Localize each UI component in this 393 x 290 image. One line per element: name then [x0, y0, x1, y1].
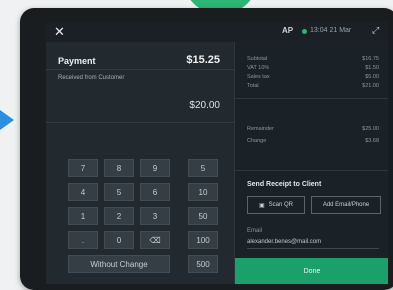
email-underline [247, 248, 379, 249]
backspace-icon[interactable]: ⌫ [140, 231, 170, 249]
keypad-key[interactable]: 6 [140, 183, 170, 201]
summary-row-label: Total [247, 83, 259, 89]
summary-row: Subtotal $16.75 [247, 56, 379, 65]
summary-row-label: Sales tax [247, 74, 270, 80]
scan-qr-label: Scan QR [268, 202, 293, 208]
keypad-key[interactable]: 8 [104, 159, 134, 177]
keypad-key[interactable]: 4 [68, 183, 98, 201]
divider [235, 170, 388, 171]
summary-row: Total $21.00 [247, 83, 379, 92]
add-email-phone-button[interactable]: Add Email/Phone [311, 196, 381, 214]
summary-row-label: VAT 10% [247, 65, 270, 71]
keypad-key[interactable]: 0 [104, 231, 134, 249]
divider [46, 69, 234, 70]
summary-row-value: $3.68 [365, 138, 379, 144]
quick-amount-key[interactable]: 50 [188, 207, 218, 225]
without-change-button[interactable]: Without Change [68, 255, 170, 273]
email-label: Email [247, 228, 263, 234]
done-button[interactable]: Done [235, 258, 388, 284]
summary-row-value: $16.75 [362, 56, 379, 62]
payment-label: Payment [58, 56, 96, 66]
summary-panel: Subtotal $16.75 VAT 10% $1.50 Sales tax $5.00… [234, 42, 388, 284]
quick-amount-500[interactable]: 500 [188, 255, 218, 273]
summary-row: Sales tax $5.00 [247, 74, 379, 83]
keypad-key[interactable]: 7 [68, 159, 98, 177]
keypad-key[interactable]: 1 [68, 207, 98, 225]
quick-amount-key[interactable]: 100 [188, 231, 218, 249]
summary-row-value: $5.00 [365, 74, 379, 80]
quick-amount-key[interactable]: 5 [188, 159, 218, 177]
summary-row-label: Subtotal [247, 56, 268, 62]
send-receipt-title: Send Receipt to Client [247, 181, 322, 188]
status-bar: ✕ AP 13:04 21 Mar ⤢ [46, 22, 388, 42]
arrow-icon [0, 110, 14, 130]
scan-qr-button[interactable]: ▣ Scan QR [247, 196, 305, 214]
divider [46, 122, 234, 123]
quick-amount-key[interactable]: 10 [188, 183, 218, 201]
summary-row: Change $3.68 [247, 138, 379, 147]
keypad-key[interactable]: 2 [104, 207, 134, 225]
email-field[interactable]: alexander.benes@mail.com [247, 239, 321, 245]
received-label: Received from Customer [58, 75, 125, 81]
summary-row: Remainder $25.00 [247, 126, 379, 135]
keypad-key[interactable]: 3 [140, 207, 170, 225]
divider [235, 98, 388, 99]
summary-row-value: $1.50 [365, 65, 379, 71]
expand-icon[interactable]: ⤢ [372, 25, 379, 36]
summary-row-value: $25.00 [362, 126, 379, 132]
keypad-key[interactable]: 5 [104, 183, 134, 201]
summary-row-label: Change [247, 138, 267, 144]
summary-row-label: Remainder [247, 126, 274, 132]
payment-amount: $15.25 [186, 54, 220, 66]
summary-row-value: $21.00 [362, 83, 379, 89]
payment-panel: Payment $15.25 Received from Customer $2… [46, 42, 234, 284]
clock: 13:04 21 Mar [310, 27, 352, 34]
close-icon[interactable]: ✕ [54, 24, 65, 40]
online-indicator [302, 29, 307, 34]
user-initials[interactable]: AP [282, 26, 293, 35]
keypad-key[interactable]: 9 [140, 159, 170, 177]
keypad-key[interactable]: . [68, 231, 98, 249]
pos-screen: ✕ AP 13:04 21 Mar ⤢ Payment $15.25 Recei… [46, 22, 388, 284]
qr-code-icon: ▣ [258, 202, 265, 209]
summary-row: VAT 10% $1.50 [247, 65, 379, 74]
received-amount[interactable]: $20.00 [189, 100, 220, 111]
